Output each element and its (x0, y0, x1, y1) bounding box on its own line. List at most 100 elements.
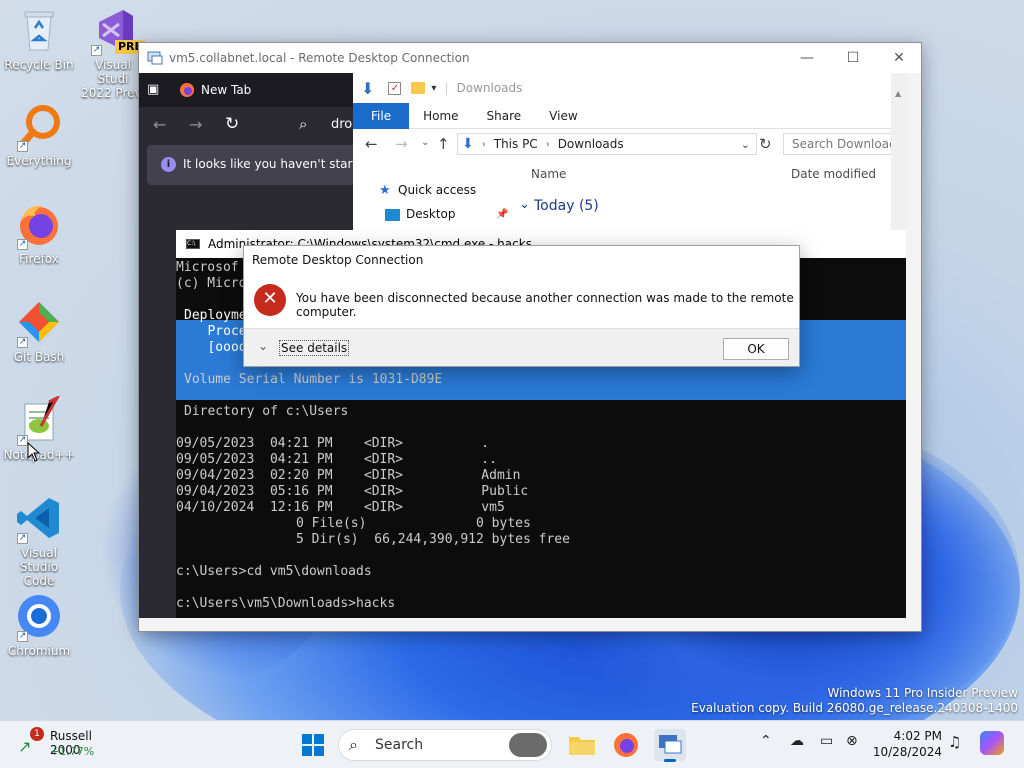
desktop-icon-chromium[interactable]: ↗ Chromium (1, 592, 77, 658)
group-header-today[interactable]: Today (5) (534, 198, 599, 214)
dialog-message: You have been disconnected because anoth… (296, 291, 794, 319)
copilot-preview-icon[interactable] (980, 731, 1004, 755)
explorer-search-input[interactable]: Search Downloads (783, 133, 906, 155)
desktop-icon-label: Visual Studio (19, 546, 59, 574)
chevron-down-icon[interactable]: ⌄ (258, 339, 268, 353)
desktop-icon-git-bash[interactable]: ↗ Git Bash (1, 298, 77, 364)
breadcrumb-downloads[interactable]: Downloads (558, 137, 624, 151)
file-explorer-icon (569, 737, 595, 755)
show-hidden-icons-chevron-icon[interactable]: ⌃ (760, 733, 772, 749)
explorer-window-title: Downloads (456, 81, 523, 95)
desktop-icon-label: Everything (6, 154, 72, 168)
search-icon: ⌕ (299, 115, 308, 133)
shortcut-arrow-icon: ↗ (17, 337, 28, 348)
taskbar-firefox[interactable] (610, 729, 642, 761)
refresh-icon[interactable]: ↻ (759, 135, 772, 153)
recycle-bin-icon (15, 6, 63, 54)
vscode-icon: ↗ (15, 494, 63, 544)
column-header-date-modified[interactable]: Date modified (791, 167, 876, 181)
ribbon-tab-share[interactable]: Share (473, 109, 536, 123)
back-arrow-icon[interactable]: ← (153, 115, 166, 134)
dir-entry-type: <DIR> (363, 452, 404, 467)
forward-arrow-icon[interactable]: → (189, 115, 202, 134)
stock-widget[interactable]: ↗ 1 Russell 2000 +1.77% (14, 727, 124, 763)
firefox-icon (614, 733, 638, 757)
dir-entry-date: 09/04/2023 (176, 484, 255, 499)
group-collapse-icon[interactable]: ⌄ (519, 197, 530, 212)
browser-address-input[interactable]: dro (331, 117, 352, 132)
column-header-name[interactable]: Name (531, 167, 566, 181)
browser-nav-bar: ← → ↻ ⌕ dro (139, 107, 353, 143)
address-dropdown-icon[interactable]: ⌄ (741, 138, 750, 151)
scroll-up-icon: ▲ (895, 89, 902, 98)
ribbon-tab-home[interactable]: Home (409, 109, 472, 123)
taskbar-clock-time[interactable]: 4:02 PM (872, 729, 942, 743)
network-icon[interactable]: ▭ (820, 733, 833, 749)
desktop-icon-everything[interactable]: ↗ Everything (1, 102, 77, 168)
folder-icon (411, 82, 426, 94)
notification-bell-icon[interactable]: ♫ (948, 733, 961, 751)
cmd-command-line: c:\Users\vm5\Downloads>hacks (176, 596, 396, 611)
tab-list-icon[interactable]: ▣ (147, 82, 159, 97)
chromium-icon: ↗ (15, 592, 63, 642)
disconnect-dialog[interactable]: Remote Desktop Connection ✕ You have bee… (243, 245, 800, 367)
breadcrumb-separator: › (481, 138, 486, 150)
firefox-icon: ↗ (15, 200, 63, 250)
shortcut-arrow-icon: ↗ (17, 239, 28, 250)
start-button[interactable] (297, 729, 329, 761)
search-highlight-icon (509, 733, 547, 757)
breadcrumb-this-pc[interactable]: This PC (494, 137, 538, 151)
taskbar: ↗ 1 Russell 2000 +1.77% ⌕ Search ⌃ ☁ ▭ ⊗… (0, 720, 1024, 768)
customize-toolbar-icon[interactable]: ▾ (431, 83, 436, 94)
explorer-back-icon[interactable]: ← (365, 135, 378, 153)
desktop-icon-vscode[interactable]: ↗ Visual Studio Code (1, 494, 77, 588)
nav-item-desktop[interactable]: Desktop (406, 207, 456, 221)
ribbon-tab-view[interactable]: View (535, 109, 591, 123)
dir-entry-row: 09/05/2023 04:21 PM <DIR> . (176, 436, 489, 452)
build-watermark-line1: Windows 11 Pro Insider Preview (827, 686, 1018, 700)
see-details-toggle[interactable]: See details (279, 340, 350, 356)
git-bash-icon: ↗ (15, 298, 63, 348)
desktop-icon-label: Recycle Bin (4, 58, 74, 72)
up-arrow-icon[interactable]: ↑ (437, 135, 450, 153)
cmd-summary-dirs: 5 Dir(s) 66,244,390,912 bytes free (296, 532, 570, 547)
breadcrumb-separator: › (545, 138, 550, 150)
quick-access-down-icon[interactable]: ⬇ (361, 79, 374, 98)
notification-badge: 1 (30, 727, 44, 741)
dir-entry-row: 09/04/2023 02:20 PM <DIR> Admin (176, 468, 520, 484)
search-icon: ⌕ (349, 735, 358, 754)
pin-icon[interactable]: 📌 (496, 209, 508, 220)
dir-entry-date: 04/10/2024 (176, 500, 255, 515)
ribbon-tab-file[interactable]: File (353, 102, 410, 129)
minimize-button[interactable]: — (784, 43, 830, 73)
trend-up-icon: ↗ (18, 737, 32, 756)
dialog-footer: ⌄ See details OK (244, 328, 799, 366)
dir-entry-time: 04:21 PM (269, 452, 333, 467)
dir-entry-name: vm5 (481, 500, 505, 515)
notification-text: It looks like you haven't started I (183, 157, 380, 171)
explorer-address-bar[interactable]: ⬇ › This PC › Downloads ⌄ (457, 133, 757, 155)
taskbar-search-box[interactable]: ⌕ Search (338, 729, 552, 761)
dir-entry-type: <DIR> (363, 468, 404, 483)
taskbar-file-explorer[interactable] (566, 729, 598, 761)
browser-tab-new-tab[interactable]: New Tab (201, 83, 251, 97)
quick-access-star-icon: ★ (379, 183, 391, 198)
volume-mute-icon[interactable]: ⊗ (846, 733, 858, 749)
taskbar-clock-date[interactable]: 10/28/2024 (870, 745, 942, 759)
cloud-offline-icon[interactable]: ☁ (790, 733, 804, 749)
dir-entry-type: <DIR> (363, 436, 404, 451)
everything-search-icon: ↗ (15, 102, 63, 152)
recent-locations-icon[interactable]: ⌄ (421, 137, 429, 148)
explorer-forward-icon[interactable]: → (395, 135, 408, 153)
explorer-title-bar: ⬇ ✓ ▾ | Downloads (361, 78, 523, 98)
taskbar-remote-desktop[interactable] (654, 729, 686, 762)
properties-checkbox-icon[interactable]: ✓ (388, 81, 402, 95)
desktop-icon-firefox[interactable]: ↗ Firefox (1, 200, 77, 266)
deploy-line: [oooo (184, 340, 247, 355)
maximize-button[interactable]: ☐ (830, 43, 876, 73)
ok-button[interactable]: OK (723, 338, 789, 360)
nav-item-quick-access[interactable]: Quick access (398, 183, 476, 197)
desktop-icon-recycle-bin[interactable]: Recycle Bin (1, 6, 77, 72)
close-button[interactable]: ✕ (876, 43, 922, 73)
reload-icon[interactable]: ↻ (225, 114, 239, 134)
